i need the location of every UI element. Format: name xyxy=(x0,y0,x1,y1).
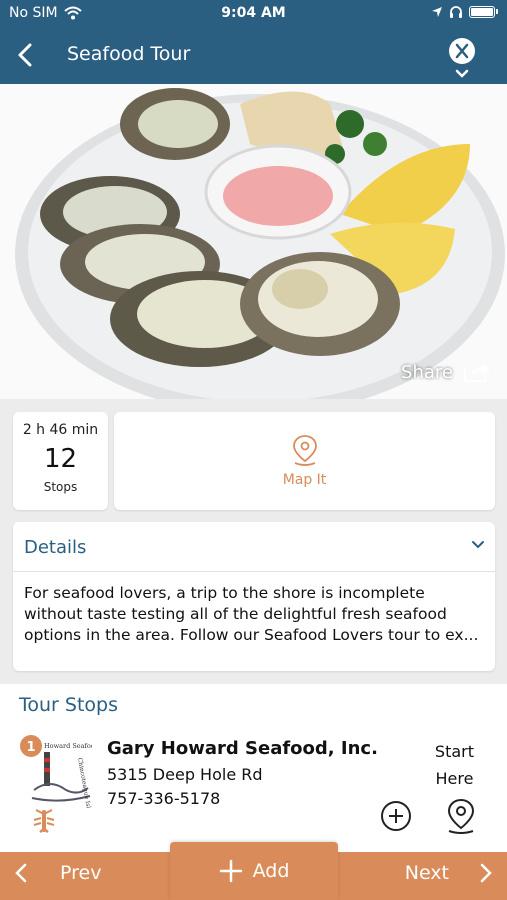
details-text: For seafood lovers, a trip to the shore … xyxy=(24,584,479,644)
add-stop-icon[interactable] xyxy=(380,800,412,832)
map-it-button[interactable]: Map It xyxy=(114,412,495,510)
stop-name[interactable]: Gary Howard Seafood, Inc. xyxy=(107,738,378,759)
stop-phone[interactable]: 757-336-5178 xyxy=(107,789,220,808)
next-label: Next xyxy=(404,862,449,884)
seafood-category-icon xyxy=(33,809,55,833)
add-label: Add xyxy=(252,860,290,882)
tour-duration: 2 h 46 min xyxy=(22,422,99,438)
nav-bar: Seafood Tour xyxy=(0,28,507,84)
hero-image: Share xyxy=(0,84,507,399)
details-title: Details xyxy=(24,537,87,558)
map-pin-icon xyxy=(292,435,317,466)
chevron-down-icon[interactable] xyxy=(471,540,485,550)
stops-label: Stops xyxy=(43,480,78,494)
logo-text-side: Chincoteague Island xyxy=(76,757,92,808)
tour-stats-card: 2 h 46 min 12 Stops xyxy=(13,412,108,510)
start-here-label: Start Here xyxy=(434,742,474,788)
oyster-plate-illustration xyxy=(0,84,507,399)
dining-mode-button[interactable] xyxy=(449,38,475,64)
plus-icon xyxy=(219,859,242,883)
stop-address: 5315 Deep Hole Rd xyxy=(107,765,263,784)
stop-number-badge: 1 xyxy=(18,733,44,759)
stop-map-pin-icon[interactable] xyxy=(444,798,478,834)
chevron-right-icon xyxy=(480,863,492,883)
headphones-icon xyxy=(450,6,462,18)
share-icon xyxy=(464,363,490,382)
chevron-left-icon xyxy=(15,863,27,883)
next-button[interactable]: Next xyxy=(405,862,493,884)
fork-knife-icon xyxy=(455,43,469,59)
location-arrow-icon xyxy=(432,6,442,17)
logo-text-top: Howard Seafood xyxy=(44,742,92,750)
status-bar: No SIM 9:04 AM xyxy=(0,0,507,28)
page-title: Seafood Tour xyxy=(67,43,191,65)
back-chevron-icon[interactable] xyxy=(12,40,40,70)
battery-icon xyxy=(469,5,495,18)
prev-label: Prev xyxy=(60,862,102,884)
details-panel: Details For seafood lovers, a trip to th… xyxy=(13,522,495,671)
prev-button[interactable]: Prev xyxy=(14,862,101,884)
share-label: Share xyxy=(401,361,453,383)
add-button[interactable]: Add xyxy=(170,842,338,900)
tour-stops-heading: Tour Stops xyxy=(19,694,118,716)
share-button[interactable]: Share xyxy=(401,361,491,383)
top-bar: No SIM 9:04 AM Seafood Tour xyxy=(0,0,507,84)
details-header[interactable]: Details xyxy=(13,522,495,572)
stops-count: 12 xyxy=(43,444,78,474)
map-it-label: Map It xyxy=(282,472,327,488)
chevron-down-icon[interactable] xyxy=(455,69,469,79)
